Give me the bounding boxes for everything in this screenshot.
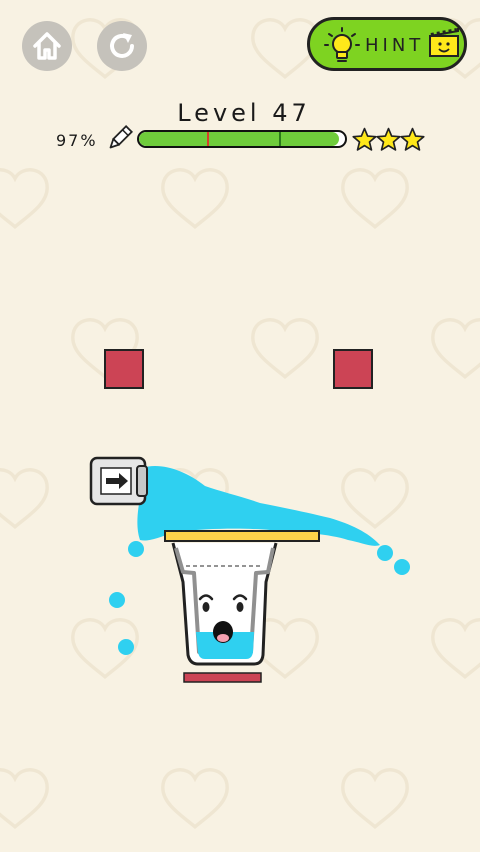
red-block-right: [333, 349, 373, 389]
glass-character: [171, 542, 278, 666]
red-block-left: [104, 349, 144, 389]
yellow-platform: [164, 530, 320, 542]
water-tank: [89, 456, 148, 506]
glass-base-platform: [183, 672, 262, 683]
game-scene: [89, 349, 410, 683]
